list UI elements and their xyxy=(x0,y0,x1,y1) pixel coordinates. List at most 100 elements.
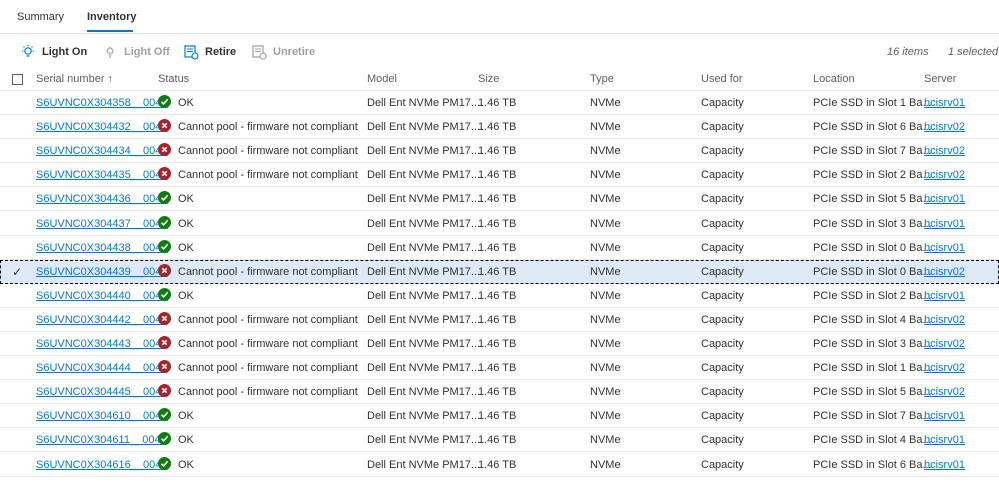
status-text: Cannot pool - firmware not compliant xyxy=(178,338,358,350)
used-for-text: Capacity xyxy=(701,386,744,399)
server-link[interactable]: hcisrv02 xyxy=(924,362,965,374)
column-header-used-for[interactable]: Used for xyxy=(701,73,743,85)
serial-number-link[interactable]: S6UVNC0X304442__0041 xyxy=(36,314,168,326)
server-link[interactable]: hcisrv01 xyxy=(924,242,965,254)
serial-number-link[interactable]: S6UVNC0X304616__0041 xyxy=(36,459,168,471)
table-row[interactable]: S6UVNC0X304434__0041 Cannot pool - firmwa… xyxy=(0,139,999,164)
unretire-button[interactable]: Unretire xyxy=(251,44,315,60)
model-text: Dell Ent NVMe PM17... xyxy=(367,265,481,278)
serial-number-link[interactable]: S6UVNC0X304436__0041 xyxy=(36,193,168,205)
retire-button[interactable]: Retire xyxy=(183,44,236,60)
table-row[interactable]: S6UVNC0X304435__0041 Cannot pool - firmwa… xyxy=(0,163,999,188)
size-text: 1.46 TB xyxy=(478,241,517,254)
table-row[interactable]: S6UVNC0X304358__0041 OK Dell Ent NVMe PM17… xyxy=(0,91,999,115)
tab-inventory[interactable]: Inventory xyxy=(87,11,137,23)
serial-number-link[interactable]: S6UVNC0X304432__0041 xyxy=(36,121,168,133)
light-off-button[interactable]: Light Off xyxy=(102,44,170,60)
table-row[interactable]: S6UVNC0X304432__0041 Cannot pool - firmwa… xyxy=(0,115,999,140)
type-text: NVMe xyxy=(590,97,621,109)
location-text: PCIe SSD in Slot 4 Ba... xyxy=(813,313,932,326)
column-header-size[interactable]: Size xyxy=(478,73,499,85)
row-selected-check-icon[interactable]: ✓ xyxy=(12,265,22,279)
location-text: PCIe SSD in Slot 0 Ba... xyxy=(813,265,932,278)
serial-number-link[interactable]: S6UVNC0X304437__0041 xyxy=(36,218,168,230)
column-header-server[interactable]: Server xyxy=(924,73,956,85)
used-for-text: Capacity xyxy=(701,265,744,278)
server-link[interactable]: hcisrv02 xyxy=(924,266,965,278)
type-text: NVMe xyxy=(590,121,621,134)
type-text: NVMe xyxy=(590,289,621,302)
serial-number-link[interactable]: S6UVNC0X304440__0041 xyxy=(36,290,168,302)
used-for-text: Capacity xyxy=(701,97,744,109)
server-link[interactable]: hcisrv02 xyxy=(924,386,965,398)
table-row[interactable]: S6UVNC0X304436__0041 OK Dell Ent NVMe PM17… xyxy=(0,187,999,212)
size-text: 1.46 TB xyxy=(478,265,517,278)
light-on-label: Light On xyxy=(42,46,88,58)
table-row[interactable]: S6UVNC0X304438__0041 OK Dell Ent NVMe PM17… xyxy=(0,236,999,260)
tab-bar: Summary Inventory xyxy=(0,0,999,34)
table-row[interactable]: S6UVNC0X304616__0041 OK Dell Ent NVMe PM17… xyxy=(0,453,999,477)
location-text: PCIe SSD in Slot 0 Ba... xyxy=(813,241,932,254)
used-for-text: Capacity xyxy=(701,434,744,447)
retire-label: Retire xyxy=(205,46,237,58)
serial-number-link[interactable]: S6UVNC0X304438__0041 xyxy=(36,242,168,254)
serial-number-link[interactable]: S6UVNC0X304610__0041 xyxy=(36,410,168,422)
status-text: Cannot pool - firmware not compliant xyxy=(178,265,358,278)
used-for-text: Capacity xyxy=(701,289,744,302)
table-row[interactable]: S6UVNC0X304611__0041 OK Dell Ent NVMe PM17… xyxy=(0,428,999,453)
server-link[interactable]: hcisrv01 xyxy=(924,459,965,471)
table-row[interactable]: S6UVNC0X304445__0041 Cannot pool - firmwa… xyxy=(0,380,999,405)
server-link[interactable]: hcisrv02 xyxy=(924,169,965,181)
size-text: 1.46 TB xyxy=(478,362,517,375)
size-text: 1.46 TB xyxy=(478,217,517,230)
sort-ascending-icon: ↑ xyxy=(107,73,114,85)
serial-number-link[interactable]: S6UVNC0X304358__0041 xyxy=(36,97,168,109)
table-row[interactable]: S6UVNC0X304444__0041 Cannot pool - firmwa… xyxy=(0,356,999,381)
serial-number-link[interactable]: S6UVNC0X304445__0041 xyxy=(36,386,168,398)
server-link[interactable]: hcisrv02 xyxy=(924,338,965,350)
status-text: OK xyxy=(178,241,194,254)
table-row[interactable]: ✓ S6UVNC0X304439__0041 Cannot pool - firmw… xyxy=(0,259,999,284)
serial-number-link[interactable]: S6UVNC0X304443__0041 xyxy=(36,338,168,350)
serial-number-link[interactable]: S6UVNC0X304435__0041 xyxy=(36,169,168,181)
column-header-type[interactable]: Type xyxy=(590,73,614,85)
type-text: NVMe xyxy=(590,434,621,447)
column-header-status[interactable]: Status xyxy=(158,73,189,85)
table-row[interactable]: S6UVNC0X304440__0041 OK Dell Ent NVMe PM17… xyxy=(0,284,999,308)
tab-summary[interactable]: Summary xyxy=(17,11,64,23)
status-text: OK xyxy=(178,217,194,230)
server-link[interactable]: hcisrv01 xyxy=(924,193,965,205)
server-link[interactable]: hcisrv01 xyxy=(924,434,965,446)
column-header-location[interactable]: Location xyxy=(813,73,855,85)
column-header-serial-number[interactable]: Serial number ↑ xyxy=(36,73,113,85)
location-text: PCIe SSD in Slot 1 Ba... xyxy=(813,97,932,109)
server-link[interactable]: hcisrv02 xyxy=(924,314,965,326)
server-link[interactable]: hcisrv01 xyxy=(924,97,965,109)
server-link[interactable]: hcisrv01 xyxy=(924,218,965,230)
model-text: Dell Ent NVMe PM17... xyxy=(367,362,481,375)
status-text: Cannot pool - firmware not compliant xyxy=(178,362,358,375)
size-text: 1.46 TB xyxy=(478,386,517,399)
error-status-icon xyxy=(158,311,171,325)
table-row[interactable]: S6UVNC0X304610__0041 OK Dell Ent NVMe PM17… xyxy=(0,404,999,429)
server-link[interactable]: hcisrv01 xyxy=(924,290,965,302)
model-text: Dell Ent NVMe PM17... xyxy=(367,145,481,158)
location-text: PCIe SSD in Slot 6 Ba... xyxy=(813,458,932,471)
column-header-model[interactable]: Model xyxy=(367,73,397,85)
serial-number-link[interactable]: S6UVNC0X304439__0041 xyxy=(36,266,168,278)
serial-number-link[interactable]: S6UVNC0X304434__0041 xyxy=(36,145,168,157)
table-row[interactable]: S6UVNC0X304442__0041 Cannot pool - firmwa… xyxy=(0,308,999,332)
select-all-checkbox[interactable] xyxy=(12,74,23,85)
serial-number-link[interactable]: S6UVNC0X304444__0041 xyxy=(36,362,168,374)
light-on-button[interactable]: Light On xyxy=(20,44,87,60)
table-row[interactable]: S6UVNC0X304443__0041 Cannot pool - firmwa… xyxy=(0,332,999,356)
server-link[interactable]: hcisrv01 xyxy=(924,410,965,422)
size-text: 1.46 TB xyxy=(478,97,517,109)
table-header: Serial number ↑ Status Model Size Type U… xyxy=(0,67,999,91)
table-row[interactable]: S6UVNC0X304437__0041 OK Dell Ent NVMe PM17… xyxy=(0,212,999,236)
toolbar: Light On Light Off Retire Unretire 16 it… xyxy=(0,38,999,66)
server-link[interactable]: hcisrv02 xyxy=(924,121,965,133)
serial-number-link[interactable]: S6UVNC0X304611__0041 xyxy=(36,434,167,446)
used-for-text: Capacity xyxy=(701,193,744,206)
server-link[interactable]: hcisrv02 xyxy=(924,145,965,157)
